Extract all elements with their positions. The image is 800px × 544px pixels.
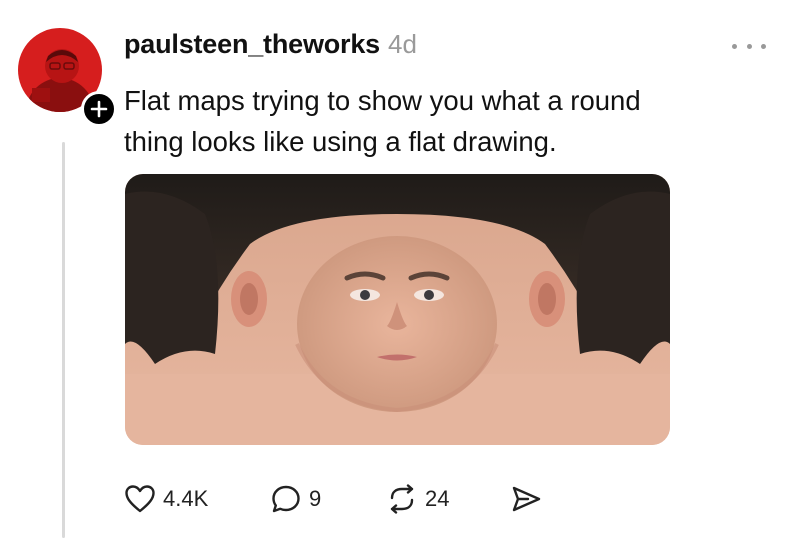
more-dot-icon [746,43,752,49]
plus-icon [90,100,108,118]
like-button[interactable]: 4.4K [124,481,208,517]
thread-line [62,142,65,538]
timestamp[interactable]: 4d [388,29,417,60]
repost-button[interactable]: 24 [386,481,449,517]
post-header: paulsteen_theworks 4d [124,29,417,63]
more-dot-icon [732,43,737,49]
username[interactable]: paulsteen_theworks [124,29,380,60]
thread-post: paulsteen_theworks 4d Flat maps trying t… [0,0,800,544]
more-options-button[interactable] [732,36,766,56]
more-dot-icon [761,43,766,49]
like-count: 4.4K [163,486,209,511]
follow-button[interactable] [81,91,117,127]
repost-count: 24 [425,486,450,511]
caption-line: Flat maps trying to show you what a roun… [124,85,641,116]
post-image[interactable] [125,174,670,445]
reply-button[interactable]: 9 [270,481,321,517]
send-icon [512,486,541,512]
reply-count: 9 [309,486,322,511]
avatar-container [18,28,117,127]
heart-icon [125,485,155,513]
share-button[interactable] [510,481,542,517]
caption-line: thing looks like using a flat drawing. [124,126,557,157]
post-caption: Flat maps trying to show you what a roun… [124,80,744,162]
repost-icon [390,484,414,514]
unwrapped-face-photo [125,174,670,445]
comment-icon [272,485,300,513]
